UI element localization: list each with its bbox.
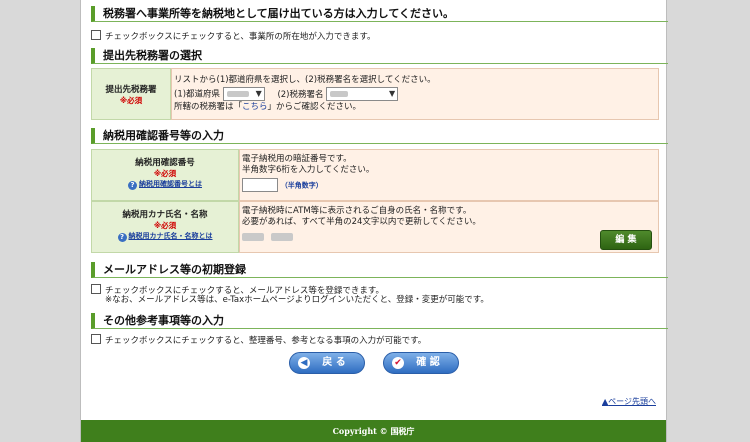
confirm-button-label: 確 認 — [416, 357, 440, 368]
arrow-left-icon: ◀ — [298, 357, 310, 369]
main-page: 税務署へ事業所等を納税地として届け出ている方は入力してください。 チェックボック… — [80, 0, 668, 442]
office-address-checkbox[interactable] — [91, 30, 101, 40]
help-icon: ? — [117, 233, 127, 242]
office-select-instruction: リストから(1)都道府県を選択し、(2)税務署名を選択してください。 — [174, 75, 436, 85]
pin-help-link[interactable]: 納税用確認番号とは — [139, 180, 202, 188]
pin-required: ※必須 — [153, 169, 177, 178]
section-title-confirmation: 納税用確認番号等の入力 — [91, 128, 668, 144]
office-select-label-cell: 提出先税務署 ※必須 — [91, 68, 171, 120]
kana-label: 納税用カナ氏名・名称 — [122, 210, 208, 220]
pin-desc-2: 半角数字6桁を入力してください。 — [242, 165, 375, 175]
pin-value-cell: 電子納税用の暗証番号です。 半角数字6桁を入力してください。 （半角数字） — [239, 149, 659, 201]
kana-name-redacted — [270, 232, 293, 241]
office-name-label: (2)税務署名 — [277, 89, 324, 100]
footer-copyright: Copyright © 国税庁 — [81, 420, 666, 442]
pin-hint: （半角数字） — [280, 181, 323, 190]
pin-label-cell: 納税用確認番号 ※必須 ? 納税用確認番号とは — [91, 149, 239, 201]
mail-note: ※なお、メールアドレス等は、e-Taxホームページよりログインいただくと、登録・… — [105, 295, 489, 305]
kana-desc-2: 必要があれば、すべて半角の24文字以内で更新してください。 — [242, 217, 481, 227]
office-address-checkbox-label: チェックボックスにチェックすると、事業所の所在地が入力できます。 — [105, 32, 376, 42]
chevron-down-icon: ▼ — [389, 89, 396, 98]
section-title-tax-office-register: 税務署へ事業所等を納税地として届け出ている方は入力してください。 — [91, 6, 668, 22]
page-top-link[interactable]: ▲ページ先頭へ — [602, 396, 656, 407]
kana-name-redacted — [242, 232, 264, 241]
edit-button[interactable]: 編 集 — [600, 230, 652, 250]
kana-desc-1: 電子納税時にATM等に表示されるご自身の氏名・名称です。 — [242, 206, 472, 216]
help-icon: ? — [128, 181, 137, 190]
office-address-checkbox-row[interactable]: チェックボックスにチェックすると、事業所の所在地が入力できます。 — [91, 30, 376, 43]
page-top-label: ページ先頭へ — [608, 397, 656, 406]
office-select-required: ※必須 — [119, 96, 143, 105]
section-title-office-select: 提出先税務署の選択 — [91, 48, 668, 64]
pin-input[interactable] — [242, 178, 278, 192]
office-name-select[interactable]: ▼ — [326, 87, 399, 101]
back-button[interactable]: ◀ 戻 る — [289, 352, 365, 374]
prefecture-select[interactable]: ▼ — [222, 87, 265, 101]
back-button-label: 戻 る — [322, 357, 346, 368]
section-title-other: その他参考事項等の入力 — [91, 313, 668, 329]
section-title-mail: メールアドレス等の初期登録 — [91, 262, 668, 278]
prefecture-label: (1)都道府県 — [174, 89, 221, 100]
kana-label-cell: 納税用カナ氏名・名称 ※必須 ? 納税用カナ氏名・名称とは — [91, 201, 239, 253]
jurisdiction-text-before: 所轄の税務署は「 — [174, 102, 243, 112]
pin-label: 納税用確認番号 — [135, 158, 195, 168]
kana-help-link[interactable]: 納税用カナ氏名・名称とは — [129, 232, 213, 240]
kana-value-cell: 電子納税時にATM等に表示されるご自身の氏名・名称です。 必要があれば、すべて半… — [239, 201, 659, 253]
check-icon: ✔ — [392, 357, 404, 369]
jurisdiction-link[interactable]: こちら — [242, 102, 268, 112]
jurisdiction-text-after: 」からご確認ください。 — [267, 102, 362, 112]
pin-desc-1: 電子納税用の暗証番号です。 — [242, 154, 352, 164]
kana-required: ※必須 — [153, 221, 177, 230]
office-select-label: 提出先税務署 — [105, 85, 157, 95]
chevron-down-icon: ▼ — [255, 89, 262, 98]
mail-checkbox[interactable] — [91, 284, 101, 294]
office-select-value-cell: リストから(1)都道府県を選択し、(2)税務署名を選択してください。 (1)都道… — [171, 68, 659, 120]
other-checkbox-row[interactable]: チェックボックスにチェックすると、整理番号、参考となる事項の入力が可能です。 — [91, 334, 426, 347]
other-checkbox[interactable] — [91, 334, 101, 344]
confirm-button[interactable]: ✔ 確 認 — [383, 352, 459, 374]
other-checkbox-label: チェックボックスにチェックすると、整理番号、参考となる事項の入力が可能です。 — [105, 336, 427, 346]
